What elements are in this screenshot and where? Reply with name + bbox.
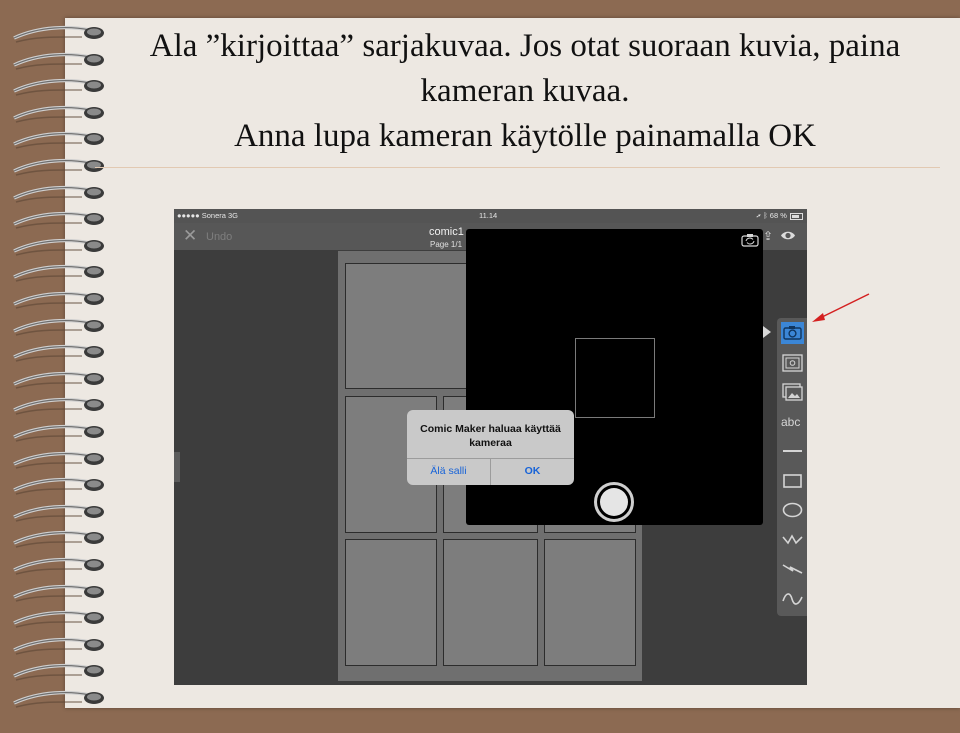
ok-button[interactable]: OK [491,465,574,477]
spiral-coil [13,690,104,708]
wave-icon[interactable] [781,588,804,610]
deny-button[interactable]: Älä salli [407,465,490,477]
spiral-coil [13,451,104,469]
spiral-coil [13,398,104,416]
spiral-coil [13,25,104,43]
left-drawer-handle[interactable] [174,452,180,482]
location-icon: ➚ [756,211,762,220]
status-right: ➚ ᛒ 68 % [757,211,803,220]
comic-panel[interactable] [345,539,437,666]
spiral-coil [13,611,104,628]
slide-title: Ala ”kirjoittaa” sarjakuvaa. Jos otat su… [95,24,955,159]
camera-switch-icon[interactable] [741,233,759,247]
ipad-screenshot: ●●●●● Sonera 3G 11.14 ➚ ᛒ 68 % ✕ Undo co… [174,209,807,685]
gallery-icon[interactable] [781,381,804,403]
spiral-coil [13,584,104,602]
spiral-coil [13,52,104,70]
battery-percent: 68 % [769,211,787,220]
spiral-coil [13,424,104,442]
tool-palette: abc [777,318,807,616]
comic-panel[interactable] [443,539,538,666]
camera-permission-dialog: Comic Maker haluaa käyttää kameraa Älä s… [407,410,574,485]
preview-eye-icon[interactable] [780,230,796,241]
spiral-coil [13,212,104,229]
close-icon[interactable]: ✕ [183,226,197,246]
popover-pointer [763,326,771,338]
bluetooth-icon: ᛒ [763,211,768,220]
slide-title-line-1: Ala ”kirjoittaa” sarjakuvaa. Jos otat su… [149,28,901,64]
spiral-coil [13,132,104,150]
spiral-coil [13,291,104,309]
spiral-coil [13,105,104,123]
slide-title-line-2: kameran kuvaa. [420,73,630,109]
zigzag-icon[interactable] [781,529,804,551]
spiral-coil [13,345,104,362]
spiral-coil [13,371,104,389]
spiral-coil [13,238,104,256]
camera-icon[interactable] [781,322,804,344]
spiral-coil [13,265,104,283]
spiral-coil [13,478,104,495]
spiral-coil [13,557,104,575]
document-title: comic1 [429,226,464,238]
photo-frame-icon[interactable] [781,352,804,374]
title-divider [95,167,940,168]
comic-panel[interactable] [544,539,636,666]
battery-icon [790,212,803,220]
red-arrow-annotation [812,293,870,322]
focus-square [575,338,655,418]
carrier-signal: ●●●●● Sonera 3G [177,211,239,220]
undo-button[interactable]: Undo [206,231,232,243]
text-abc-icon[interactable]: abc [781,411,804,433]
share-icon[interactable]: ⇪ [763,229,773,243]
spiral-coil [13,185,104,203]
spiral-coil [13,158,104,176]
shutter-button[interactable] [594,482,634,522]
spiral-coil [13,318,104,336]
page-indicator: Page 1/1 [430,240,463,249]
spiral-coil [13,664,104,682]
line-icon[interactable] [781,440,804,462]
slide-title-line-3: Anna lupa kameran käytölle painamalla OK [234,118,816,154]
spiral-coil [13,79,104,96]
alert-message: Comic Maker haluaa käyttää kameraa [420,423,561,449]
status-bar: ●●●●● Sonera 3G 11.14 ➚ ᛒ 68 % [174,209,807,223]
status-time: 11.14 [479,211,498,220]
spiral-coil [13,504,104,522]
lightning-icon[interactable] [781,558,804,580]
rectangle-icon[interactable] [781,470,804,492]
spiral-binding [0,18,110,708]
spiral-coil [13,531,104,549]
spiral-coil [13,637,104,655]
ellipse-icon[interactable] [781,499,804,521]
